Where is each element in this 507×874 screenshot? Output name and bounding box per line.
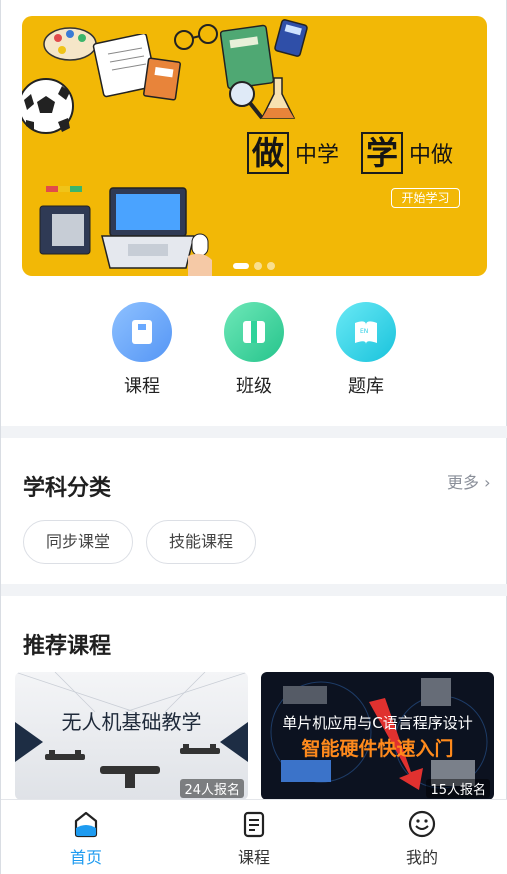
orange-book-icon xyxy=(143,57,181,101)
subject-section-title: 学科分类 xyxy=(23,476,112,501)
slogan-text-2: 中做 xyxy=(409,143,454,168)
enroll-count: 24人报名 xyxy=(180,779,244,798)
slogan-text-1: 中学 xyxy=(295,143,340,168)
section-divider xyxy=(1,584,507,596)
carousel-dot-active[interactable] xyxy=(233,263,249,269)
mouse-hand-icon xyxy=(188,233,212,276)
more-label: 更多 xyxy=(447,473,480,492)
quick-entry-question-bank[interactable]: EN 题库 xyxy=(326,302,406,398)
question-bank-icon: EN xyxy=(336,302,396,362)
carousel-indicator xyxy=(233,262,275,270)
course-card[interactable]: 单片机应用与C语言程序设计 智能硬件快速入门 15人报名 xyxy=(261,672,494,800)
quick-entry-class[interactable]: 班级 xyxy=(214,302,294,398)
tab-label: 首页 xyxy=(69,848,102,867)
app-screen: 做 中学 学 中做 开始学习 课程 班级 EN 题库 学科分类 更多 › 同步课… xyxy=(0,0,507,874)
quick-entry-label: 题库 xyxy=(348,376,384,397)
slogan-char-2: 学 xyxy=(361,132,404,174)
slogan-char-1: 做 xyxy=(247,132,290,174)
carousel-dot[interactable] xyxy=(254,262,262,270)
subject-chip[interactable]: 同步课堂 xyxy=(23,520,133,564)
carousel-dot[interactable] xyxy=(267,262,275,270)
subject-chip[interactable]: 技能课程 xyxy=(146,520,256,564)
section-divider xyxy=(1,426,507,438)
quick-entry-label: 课程 xyxy=(124,376,160,397)
more-link[interactable]: 更多 › xyxy=(447,469,491,493)
course-subtitle: 智能硬件快速入门 xyxy=(301,738,454,760)
magnifier-flask-icon xyxy=(229,77,296,120)
calculator-icon xyxy=(274,19,308,57)
course-title: 无人机基础教学 xyxy=(61,710,202,734)
home-icon xyxy=(74,811,98,838)
tab-mine[interactable]: 我的 xyxy=(387,810,457,868)
start-learning-button[interactable]: 开始学习 xyxy=(391,188,460,208)
tab-label: 我的 xyxy=(405,848,438,867)
bottom-tab-bar: 首页 课程 我的 xyxy=(1,799,507,874)
course-card[interactable]: 无人机基础教学 24人报名 xyxy=(15,672,248,800)
banner-slogan: 做 中学 学 中做 xyxy=(247,132,475,174)
quick-entry-bar: 课程 班级 EN 题库 xyxy=(1,300,507,410)
soccer-ball-icon xyxy=(22,78,74,134)
class-icon xyxy=(224,302,284,362)
quick-entry-course[interactable]: 课程 xyxy=(102,302,182,398)
tab-course[interactable]: 课程 xyxy=(219,810,289,868)
book-icon xyxy=(112,302,172,362)
smiley-icon xyxy=(408,810,436,838)
chevron-right-icon: › xyxy=(484,473,491,492)
course-icon xyxy=(243,811,265,838)
course-title: 单片机应用与C语言程序设计 xyxy=(282,714,473,732)
enroll-count: 15人报名 xyxy=(426,779,490,798)
recommend-section-title: 推荐课程 xyxy=(23,634,112,659)
promo-banner[interactable]: 做 中学 学 中做 开始学习 xyxy=(22,16,487,276)
tab-label: 课程 xyxy=(237,848,270,867)
svg-text:EN: EN xyxy=(360,328,368,335)
tab-home[interactable]: 首页 xyxy=(51,810,121,868)
quick-entry-label: 班级 xyxy=(236,376,272,397)
